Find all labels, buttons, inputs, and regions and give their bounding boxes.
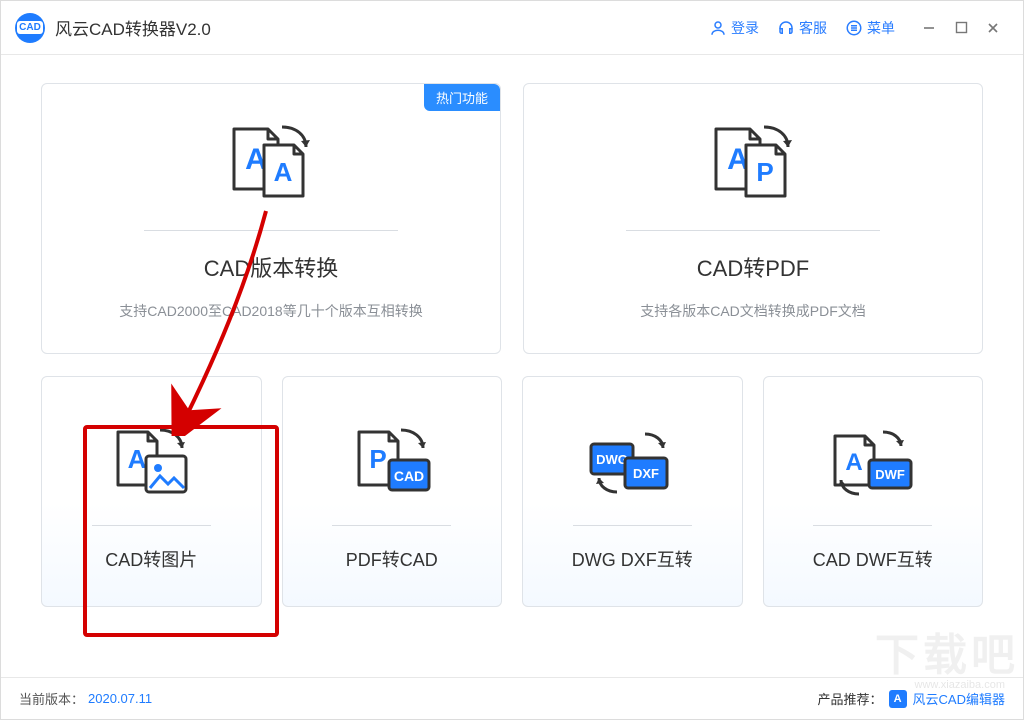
app-logo: CAD	[15, 13, 45, 43]
a-dwf-icon: A DWF	[825, 421, 920, 511]
svg-text:DWF: DWF	[875, 467, 905, 482]
card-title: PDF转CAD	[346, 546, 438, 572]
recommend-label: 产品推荐：	[818, 689, 883, 708]
dwg-dxf-icon: DWG DXF	[585, 421, 680, 511]
divider	[144, 230, 397, 231]
card-title: CAD版本转换	[204, 251, 338, 283]
top-row: 热门功能 A A CAD版本转换 支持CAD2000至CAD2018等几十	[41, 83, 983, 354]
recommend-link[interactable]: 风云CAD编辑器	[913, 689, 1005, 708]
menu-icon	[845, 19, 863, 37]
titlebar: CAD 风云CAD转换器V2.0 登录 客服 菜单	[1, 1, 1023, 55]
menu-label: 菜单	[867, 18, 895, 38]
svg-text:A: A	[274, 157, 293, 187]
divider	[573, 525, 692, 526]
close-button[interactable]	[977, 12, 1009, 44]
card-desc: 支持CAD2000至CAD2018等几十个版本互相转换	[119, 301, 422, 321]
svg-text:CAD: CAD	[394, 468, 424, 484]
maximize-icon	[955, 21, 968, 34]
version-label: 当前版本：	[19, 689, 84, 708]
divider	[626, 230, 879, 231]
svg-text:DWG: DWG	[596, 452, 628, 467]
card-cad-dwf-convert[interactable]: A DWF CAD DWF互转	[763, 376, 984, 607]
bottom-row: A CAD转图片 P	[41, 376, 983, 607]
card-dwg-dxf-convert[interactable]: DWG DXF DWG DXF互转	[522, 376, 743, 607]
card-title: CAD转PDF	[697, 251, 809, 283]
statusbar: 当前版本： 2020.07.11 产品推荐： A 风云CAD编辑器	[1, 677, 1023, 719]
app-logo-text: CAD	[17, 21, 43, 34]
user-icon	[709, 19, 727, 37]
app-title: 风云CAD转换器V2.0	[55, 15, 211, 40]
card-title: DWG DXF互转	[572, 546, 693, 572]
p-cad-icon: P CAD	[347, 421, 437, 511]
ap-convert-icon: A P	[698, 114, 808, 214]
aa-convert-icon: A A	[216, 114, 326, 214]
support-label: 客服	[799, 18, 827, 38]
svg-text:P: P	[756, 157, 773, 187]
svg-text:P: P	[369, 444, 386, 474]
maximize-button[interactable]	[945, 12, 977, 44]
svg-text:A: A	[846, 449, 863, 476]
close-icon	[986, 21, 1000, 35]
svg-text:A: A	[128, 444, 147, 474]
a-image-icon: A	[106, 421, 196, 511]
divider	[92, 525, 211, 526]
login-button[interactable]: 登录	[709, 18, 759, 38]
content: 热门功能 A A CAD版本转换 支持CAD2000至CAD2018等几十	[1, 55, 1023, 625]
card-cad-version-convert[interactable]: 热门功能 A A CAD版本转换 支持CAD2000至CAD2018等几十	[41, 83, 501, 354]
login-label: 登录	[731, 18, 759, 38]
watermark-text: 下载吧	[875, 619, 1019, 683]
divider	[332, 525, 451, 526]
hot-badge: 热门功能	[424, 84, 500, 111]
card-title: CAD转图片	[105, 546, 197, 572]
card-cad-to-pdf[interactable]: A P CAD转PDF 支持各版本CAD文档转换成PDF文档	[523, 83, 983, 354]
card-cad-to-image[interactable]: A CAD转图片	[41, 376, 262, 607]
svg-text:DXF: DXF	[633, 466, 659, 481]
card-desc: 支持各版本CAD文档转换成PDF文档	[640, 301, 866, 321]
support-button[interactable]: 客服	[777, 18, 827, 38]
recommend-badge-icon: A	[889, 690, 907, 708]
minimize-icon	[922, 21, 936, 35]
card-title: CAD DWF互转	[813, 546, 933, 572]
version-value: 2020.07.11	[88, 691, 152, 706]
card-pdf-to-cad[interactable]: P CAD PDF转CAD	[282, 376, 503, 607]
headset-icon	[777, 19, 795, 37]
menu-button[interactable]: 菜单	[845, 18, 895, 38]
minimize-button[interactable]	[913, 12, 945, 44]
divider	[813, 525, 932, 526]
